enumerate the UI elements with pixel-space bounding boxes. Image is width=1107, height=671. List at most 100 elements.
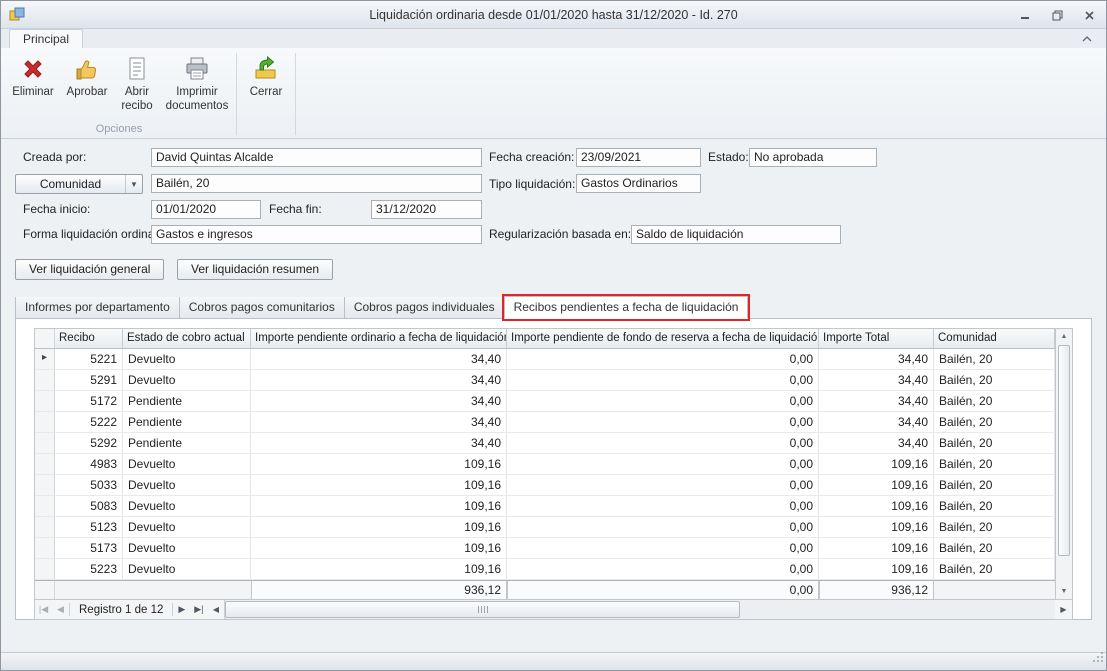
- cell-ordinario: 109,16: [251, 559, 507, 579]
- cerrar-button[interactable]: Cerrar: [241, 50, 291, 102]
- cell-fondo: 0,00: [507, 370, 819, 390]
- liquidation-form: Creada por: David Quintas Alcalde Fecha …: [1, 139, 1106, 297]
- row-indicator: [35, 496, 55, 516]
- table-row[interactable]: ▸ 5221 Devuelto 34,40 0,00 34,40 Bailén,…: [35, 349, 1055, 370]
- comunidad-dropdown[interactable]: Comunidad ▼: [15, 174, 143, 194]
- fecha-creacion-label: Fecha creación:: [489, 148, 574, 167]
- table-row[interactable]: 4983 Devuelto 109,16 0,00 109,16 Bailén,…: [35, 454, 1055, 475]
- fecha-creacion-field[interactable]: 23/09/2021: [576, 148, 701, 167]
- horizontal-scroll-thumb[interactable]: [225, 601, 739, 618]
- title-bar: Liquidación ordinaria desde 01/01/2020 h…: [1, 1, 1106, 29]
- cell-comunidad: Bailén, 20: [934, 349, 1055, 369]
- fecha-inicio-label: Fecha inicio:: [23, 200, 90, 219]
- cell-ordinario: 109,16: [251, 475, 507, 495]
- column-header-fondo[interactable]: Importe pendiente de fondo de reserva a …: [507, 329, 819, 348]
- table-row[interactable]: 5292 Pendiente 34,40 0,00 34,40 Bailén, …: [35, 433, 1055, 454]
- imprimir-documentos-button[interactable]: Imprimir documentos: [162, 50, 232, 115]
- cell-fondo: 0,00: [507, 559, 819, 579]
- next-record-button[interactable]: ▶: [173, 604, 190, 615]
- table-row[interactable]: 5123 Devuelto 109,16 0,00 109,16 Bailén,…: [35, 517, 1055, 538]
- app-window: Liquidación ordinaria desde 01/01/2020 h…: [0, 0, 1107, 671]
- previous-record-button[interactable]: ◀: [52, 604, 69, 615]
- receipt-icon: [124, 54, 150, 84]
- estado-field[interactable]: No aprobada: [749, 148, 877, 167]
- table-row[interactable]: 5291 Devuelto 34,40 0,00 34,40 Bailén, 2…: [35, 370, 1055, 391]
- tipo-liquidacion-field[interactable]: Gastos Ordinarios: [576, 174, 701, 193]
- tab-cobros-pagos-individuales[interactable]: Cobros pagos individuales: [344, 296, 505, 319]
- comunidad-field[interactable]: Bailén, 20: [151, 174, 482, 193]
- close-icon[interactable]: [1082, 8, 1096, 22]
- eliminar-button[interactable]: Eliminar: [6, 50, 60, 102]
- cell-estado: Pendiente: [123, 412, 251, 432]
- cell-fondo: 0,00: [507, 391, 819, 411]
- cell-estado: Devuelto: [123, 370, 251, 390]
- column-header-total[interactable]: Importe Total: [819, 329, 934, 348]
- cell-estado: Devuelto: [123, 496, 251, 516]
- cell-ordinario: 34,40: [251, 349, 507, 369]
- table-row[interactable]: 5222 Pendiente 34,40 0,00 34,40 Bailén, …: [35, 412, 1055, 433]
- cell-total: 109,16: [819, 454, 934, 474]
- column-header-comunidad[interactable]: Comunidad: [934, 329, 1055, 348]
- cell-recibo: 5222: [55, 412, 123, 432]
- cell-estado: Devuelto: [123, 538, 251, 558]
- table-row[interactable]: 5033 Devuelto 109,16 0,00 109,16 Bailén,…: [35, 475, 1055, 496]
- vertical-scrollbar[interactable]: ▲ ▼: [1055, 329, 1072, 599]
- first-record-button[interactable]: |◀: [35, 604, 52, 615]
- column-header-estado[interactable]: Estado de cobro actual: [123, 329, 251, 348]
- column-header-ordinario[interactable]: Importe pendiente ordinario a fecha de l…: [251, 329, 507, 348]
- cell-estado: Devuelto: [123, 517, 251, 537]
- tab-principal[interactable]: Principal: [9, 29, 83, 48]
- cell-total: 34,40: [819, 391, 934, 411]
- vertical-scroll-thumb[interactable]: [1058, 345, 1070, 556]
- regularizacion-label: Regularización basada en:: [489, 225, 631, 244]
- table-row[interactable]: 5172 Pendiente 34,40 0,00 34,40 Bailén, …: [35, 391, 1055, 412]
- regularizacion-field[interactable]: Saldo de liquidación: [631, 225, 841, 244]
- row-indicator: [35, 433, 55, 453]
- grid-summary-row: 936,12 0,00 936,12: [35, 580, 1055, 599]
- cell-recibo: 5033: [55, 475, 123, 495]
- forma-liquidacion-field[interactable]: Gastos e ingresos: [151, 225, 482, 244]
- summary-fondo: 0,00: [507, 581, 819, 599]
- ver-liquidacion-resumen-button[interactable]: Ver liquidación resumen: [177, 259, 333, 280]
- minimize-button[interactable]: [1018, 8, 1032, 22]
- row-indicator-header: [35, 329, 55, 348]
- tab-informes-por-departamento[interactable]: Informes por departamento: [15, 296, 180, 319]
- table-row[interactable]: 5083 Devuelto 109,16 0,00 109,16 Bailén,…: [35, 496, 1055, 517]
- tab-recibos-pendientes-a-fecha-de-liquidacion[interactable]: Recibos pendientes a fecha de liquidació…: [504, 296, 749, 319]
- scroll-right-icon[interactable]: ▶: [1055, 605, 1072, 614]
- fecha-inicio-field[interactable]: 01/01/2020: [151, 200, 261, 219]
- abrir-recibo-label: Abrir recibo: [116, 86, 158, 113]
- tab-cobros-pagos-comunitarios[interactable]: Cobros pagos comunitarios: [179, 296, 345, 319]
- forma-liquidacion-label: Forma liquidación ordinaria:: [23, 225, 171, 244]
- aprobar-button[interactable]: Aprobar: [62, 50, 112, 102]
- table-row[interactable]: 5223 Devuelto 109,16 0,00 109,16 Bailén,…: [35, 559, 1055, 580]
- scroll-up-icon[interactable]: ▲: [1056, 329, 1072, 344]
- creada-por-field[interactable]: David Quintas Alcalde: [151, 148, 482, 167]
- cell-fondo: 0,00: [507, 349, 819, 369]
- cell-comunidad: Bailén, 20: [934, 454, 1055, 474]
- ver-liquidacion-general-button[interactable]: Ver liquidación general: [15, 259, 164, 280]
- fecha-fin-field[interactable]: 31/12/2020: [371, 200, 482, 219]
- record-navigator: |◀ ◀ Registro 1 de 12 ▶ ▶| ◀ ▶: [35, 599, 1072, 619]
- collapse-ribbon-icon[interactable]: [1078, 32, 1096, 46]
- cell-estado: Devuelto: [123, 559, 251, 579]
- horizontal-scrollbar[interactable]: [224, 600, 1055, 619]
- cell-estado: Pendiente: [123, 391, 251, 411]
- scroll-left-icon[interactable]: ◀: [207, 605, 224, 614]
- restore-button[interactable]: [1050, 8, 1064, 22]
- resize-grip-icon[interactable]: [1092, 650, 1104, 668]
- cell-recibo: 5083: [55, 496, 123, 516]
- form-background: [1, 620, 1106, 652]
- cell-estado: Devuelto: [123, 349, 251, 369]
- abrir-recibo-button[interactable]: Abrir recibo: [114, 50, 160, 115]
- table-row[interactable]: 5173 Devuelto 109,16 0,00 109,16 Bailén,…: [35, 538, 1055, 559]
- cell-fondo: 0,00: [507, 412, 819, 432]
- imprimir-documentos-label: Imprimir documentos: [164, 86, 230, 113]
- creada-por-label: Creada por:: [23, 148, 86, 167]
- cell-total: 109,16: [819, 538, 934, 558]
- cell-comunidad: Bailén, 20: [934, 475, 1055, 495]
- last-record-button[interactable]: ▶|: [190, 604, 207, 615]
- scroll-down-icon[interactable]: ▼: [1056, 584, 1072, 599]
- cell-recibo: 5123: [55, 517, 123, 537]
- column-header-recibo[interactable]: Recibo: [55, 329, 123, 348]
